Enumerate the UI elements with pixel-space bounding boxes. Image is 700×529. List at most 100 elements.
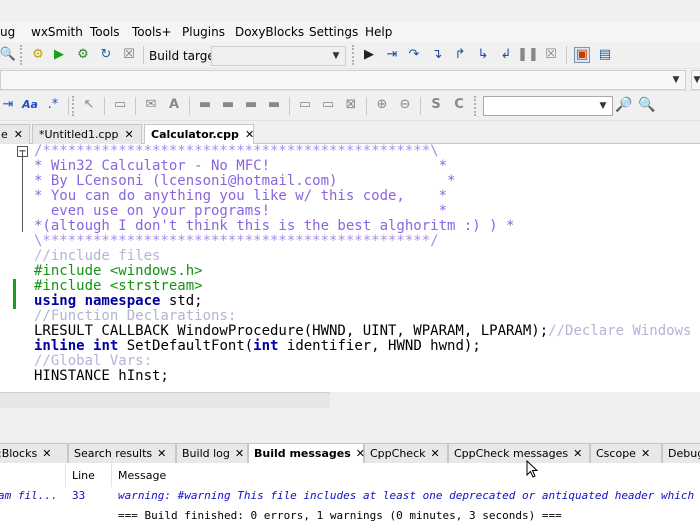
tab-codeblocks-log[interactable]: :Blocks ✕ [0,443,68,463]
toolbar-grip[interactable] [474,96,478,116]
column-header-file[interactable] [0,463,66,487]
menu-tools-plus[interactable]: Tools+ [132,25,172,39]
debugging-windows-icon[interactable]: ▣ [574,47,590,63]
zoom-out-icon[interactable]: ⊖ [397,97,413,113]
close-icon[interactable]: ✕ [157,447,166,460]
run-to-cursor-icon[interactable]: ⇥ [384,47,400,63]
function-select[interactable]: ▼ [691,70,700,90]
code-line[interactable]: //include files [34,249,700,264]
spacer-icon[interactable]: ▭ [297,97,313,113]
code-line[interactable]: even use on your programs! * [34,204,700,219]
code-line[interactable]: * Win32 Calculator - No MFC! * [34,159,700,174]
code-line[interactable]: #include <windows.h> [34,264,700,279]
next-instruction-icon[interactable]: ↳ [475,47,491,63]
step-instruction-icon[interactable]: ↲ [498,47,514,63]
tab-cppcheck[interactable]: CppCheck ✕ [364,443,448,463]
code-line[interactable]: using namespace std; [34,294,700,309]
close-icon[interactable]: ✕ [641,447,650,460]
table-row[interactable]: === Build finished: 0 errors, 1 warnings… [0,507,700,525]
box-sizer-icon[interactable]: ▬ [220,97,236,113]
tab-cscope[interactable]: Cscope ✕ [590,443,662,463]
sizer-icon[interactable]: ▬ [197,97,213,113]
build-messages-list[interactable]: Line Message am fil... 33 warning: #warn… [0,463,700,529]
regex-icon[interactable]: .* [45,97,61,113]
code-line[interactable]: HINSTANCE hInst; [34,369,700,384]
panel-widget-icon[interactable]: ✉ [143,97,159,113]
border-icon[interactable]: ▭ [320,97,336,113]
close-icon[interactable]: ✕ [235,447,244,460]
debug-info-icon[interactable]: ▤ [597,47,613,63]
expand-icon[interactable]: ⊠ [343,97,359,113]
code-editor[interactable]: − /*************************************… [0,144,700,392]
menu-settings[interactable]: Settings [309,25,358,39]
abort-icon[interactable]: ☒ [121,47,137,63]
toolbar-grip[interactable] [352,45,356,65]
find-icon[interactable]: 🔎 [615,97,632,113]
column-header-message[interactable]: Message [112,463,700,487]
code-line[interactable]: * By LCensoni (lcensoni@hotmail.com) * [34,174,700,189]
editor-horizontal-scrollbar[interactable] [0,392,330,408]
scope-select[interactable]: ▼ [0,70,686,90]
tab-untitled1[interactable]: *Untitled1.cpp ✕ [32,124,142,144]
menu-debug[interactable]: ug [0,25,15,39]
menu-wxsmith[interactable]: wxSmith [31,25,83,39]
build-target-select[interactable]: ▼ [211,46,346,66]
code-line[interactable]: //Function Declarations: [34,309,700,324]
close-icon[interactable]: ✕ [42,447,51,460]
tab-hidden-file[interactable]: e ✕ [0,124,30,144]
close-icon[interactable]: ✕ [14,128,23,141]
run-icon[interactable]: ▶ [51,47,67,63]
tab-search-results[interactable]: Search results ✕ [68,443,176,463]
stop-debug-icon[interactable]: ☒ [543,47,559,63]
build-gear-icon[interactable]: ⚙ [30,47,46,63]
next-line-icon[interactable]: ↷ [406,47,422,63]
tab-build-log[interactable]: Build log ✕ [176,443,248,463]
build-and-run-icon[interactable]: ⚙ [75,47,91,63]
panel-splitter[interactable] [0,408,700,442]
search-input[interactable]: ▼ [483,96,613,116]
code-line[interactable]: \***************************************… [34,234,700,249]
rebuild-icon[interactable]: ↻ [98,47,114,63]
table-row[interactable]: am fil... 33 warning: #warning This file… [0,487,700,505]
symbol-c-icon[interactable]: C [451,97,467,113]
code-text[interactable]: /***************************************… [34,144,700,384]
code-line[interactable]: *(altough I don't think this is the best… [34,219,700,234]
code-line[interactable]: inline int SetDefaultFont(int identifier… [34,339,700,354]
zoom-in-icon[interactable]: ⊕ [374,97,390,113]
close-icon[interactable]: ✕ [573,447,582,460]
indent-icon[interactable]: ⇥ [0,97,16,113]
find-next-icon[interactable]: 🔍 [638,97,655,113]
flex-sizer-icon[interactable]: ▬ [266,97,282,113]
debug-continue-icon[interactable]: ▶ [361,47,377,63]
code-line[interactable]: //Global Vars: [34,354,700,369]
symbol-s-icon[interactable]: S [428,97,444,113]
pause-icon[interactable]: ❚❚ [517,47,539,63]
column-header-line[interactable]: Line [66,463,112,487]
editor-gutter[interactable]: − [0,144,30,392]
menu-help[interactable]: Help [365,25,392,39]
tab-calculator[interactable]: Calculator.cpp ✕ [144,124,254,145]
pointer-icon[interactable]: ↖ [81,97,97,113]
tab-debugger[interactable]: Debugger [662,443,700,463]
code-line[interactable]: * You can do anything you like w/ this c… [34,189,700,204]
close-icon[interactable]: ✕ [430,447,439,460]
menu-tools[interactable]: Tools [90,25,120,39]
match-case-icon[interactable]: Aa [22,97,38,113]
code-line[interactable]: /***************************************… [34,144,700,159]
static-text-icon[interactable]: 𝗔 [166,97,182,113]
tab-cppcheck-messages[interactable]: CppCheck messages ✕ [448,443,590,463]
toolbar-grip[interactable] [20,45,24,65]
button-widget-icon[interactable]: ▭ [112,97,128,113]
code-line[interactable]: LRESULT CALLBACK WindowProcedure(HWND, U… [34,324,700,339]
grid-sizer-icon[interactable]: ▬ [243,97,259,113]
replace-icon[interactable]: 🔍 [0,47,16,63]
step-into-icon[interactable]: ↴ [429,47,445,63]
menu-plugins[interactable]: Plugins [182,25,225,39]
step-out-icon[interactable]: ↱ [452,47,468,63]
tab-build-messages[interactable]: Build messages ✕ [248,443,365,463]
toolbar-grip[interactable] [72,96,76,116]
close-icon[interactable]: ✕ [245,128,254,141]
close-icon[interactable]: ✕ [125,128,134,141]
menu-doxyblocks[interactable]: DoxyBlocks [235,25,304,39]
code-line[interactable]: #include <strstream> [34,279,700,294]
